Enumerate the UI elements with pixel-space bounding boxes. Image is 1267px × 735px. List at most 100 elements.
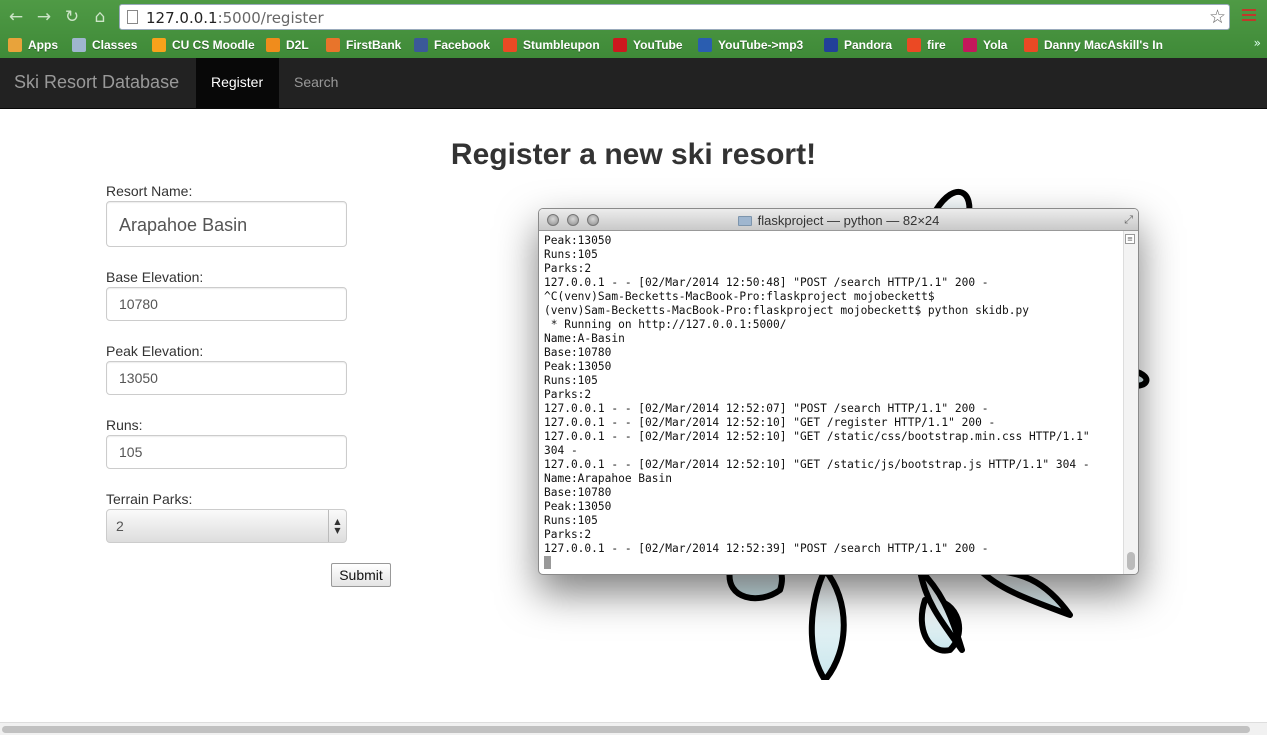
resort-name-input[interactable]: Arapahoe Basin: [106, 201, 347, 247]
bookmark-label: YouTube->mp3: [718, 38, 804, 52]
bookmark-label: CU CS Moodle: [172, 38, 255, 52]
home-icon[interactable]: ⌂: [90, 7, 110, 27]
stumbleupon-icon: [503, 38, 517, 52]
terminal-line: Parks:2: [544, 262, 592, 275]
yola-icon: [963, 38, 977, 52]
bookmark-item[interactable]: Classes: [72, 37, 137, 53]
bookmark-label: Danny MacAskill's In: [1044, 38, 1163, 52]
bookmark-label: Yola: [983, 38, 1008, 52]
bookmark-label: FirstBank: [346, 38, 402, 52]
apps-grid-icon: [8, 38, 22, 52]
bookmark-label: Facebook: [434, 38, 491, 52]
terminal-line: Runs:105: [544, 248, 598, 261]
bookmark-item[interactable]: Yola: [963, 37, 1007, 53]
bookmark-item[interactable]: Pandora: [824, 37, 892, 53]
bookmark-item[interactable]: YouTube: [613, 37, 683, 53]
runs-label: Runs:: [106, 417, 143, 433]
bookmark-item[interactable]: CU CS Moodle: [152, 37, 255, 53]
bookmark-label: Pandora: [844, 38, 893, 52]
page-scroll-thumb[interactable]: [2, 726, 1250, 733]
bookmark-label: fire: [927, 38, 946, 52]
navbar-brand[interactable]: Ski Resort Database: [14, 72, 179, 93]
snowflake-arm: [977, 567, 1073, 618]
terminal-window[interactable]: flaskproject — python — 82×24 ⤢ Peak:130…: [538, 208, 1139, 575]
terminal-scroll-thumb[interactable]: [1127, 552, 1135, 570]
bookmark-item[interactable]: Facebook: [414, 37, 490, 53]
back-arrow-icon[interactable]: ←: [6, 7, 26, 27]
terrain-parks-select[interactable]: 2 ▲ ▼: [106, 509, 347, 543]
terminal-line: Parks:2: [544, 528, 592, 541]
forward-arrow-icon[interactable]: →: [34, 7, 54, 27]
terminal-line: Parks:2: [544, 388, 592, 401]
chrome-menu-icon[interactable]: [1242, 9, 1256, 24]
facebook-icon: [414, 38, 428, 52]
browser-chrome: ← → ↻ ⌂ 127.0.0.1:5000/register ☆ Apps Cl…: [0, 0, 1267, 58]
youtube-icon: [613, 38, 627, 52]
terminal-line: * Running on http://127.0.0.1:5000/: [544, 318, 787, 331]
terminal-line: 304 -: [544, 444, 578, 457]
terminal-line: Peak:13050: [544, 360, 612, 373]
page-title: Register a new ski resort!: [450, 138, 817, 171]
terminal-titlebar[interactable]: flaskproject — python — 82×24 ⤢: [539, 209, 1138, 231]
bookmark-item[interactable]: Stumbleupon: [503, 37, 600, 53]
terminal-title: flaskproject — python — 82×24: [757, 213, 940, 228]
bookmarks-bar: Apps Classes CU CS Moodle D2L FirstBank Faceb…: [0, 33, 1267, 57]
terminal-line: Name:Arapahoe Basin: [544, 472, 672, 485]
bookmark-label: Stumbleupon: [523, 38, 600, 52]
submit-button[interactable]: Submit: [331, 563, 391, 587]
terminal-line: ^C(venv)Sam-Becketts-MacBook-Pro:flaskpr…: [544, 290, 935, 303]
terminal-line: Base:10780: [544, 346, 612, 359]
bookmark-label: YouTube: [633, 38, 683, 52]
terminal-line: 127.0.0.1 - - [02/Mar/2014 12:52:39] "PO…: [544, 542, 989, 555]
select-arrows-icon: ▲ ▼: [328, 510, 346, 542]
runs-value: 105: [119, 444, 143, 460]
base-elevation-value: 10780: [119, 296, 158, 312]
page-horizontal-scrollbar[interactable]: [0, 722, 1267, 735]
bookmark-item[interactable]: YouTube->mp3: [698, 37, 803, 53]
terminal-line: Peak:13050: [544, 234, 612, 247]
folder-icon: [737, 216, 752, 226]
peak-elevation-label: Peak Elevation:: [106, 343, 204, 359]
terminal-line: Runs:105: [544, 514, 598, 527]
scroll-mark-icon[interactable]: ≡: [1125, 234, 1135, 244]
base-elevation-input[interactable]: 10780: [106, 287, 347, 321]
snowflake-arm: [808, 567, 847, 680]
runs-input[interactable]: 105: [106, 435, 347, 469]
bookmark-label: D2L: [286, 38, 309, 52]
resort-name-value: Arapahoe Basin: [119, 215, 248, 235]
url-text[interactable]: 127.0.0.1:5000/register: [146, 9, 324, 27]
peak-elevation-value: 13050: [119, 370, 158, 386]
terminal-line: 127.0.0.1 - - [02/Mar/2014 12:52:07] "PO…: [544, 402, 989, 415]
pandora-icon: [824, 38, 838, 52]
resort-name-label: Resort Name:: [106, 183, 193, 199]
url-path: :5000/register: [217, 9, 324, 27]
bookmark-item[interactable]: FirstBank: [326, 37, 401, 53]
ytmp3-icon: [698, 38, 712, 52]
terminal-line: Name:A-Basin: [544, 332, 625, 345]
terrain-parks-value: 2: [116, 518, 124, 534]
browser-toolbar: ← → ↻ ⌂ 127.0.0.1:5000/register ☆: [0, 0, 1267, 33]
bookmark-item[interactable]: fire: [907, 37, 946, 53]
bookmark-item[interactable]: D2L: [266, 37, 309, 53]
bookmarks-overflow-icon[interactable]: »: [1254, 36, 1261, 50]
nav-search[interactable]: Search: [294, 74, 338, 90]
terminal-cursor: [544, 556, 551, 569]
terminal-scrollbar[interactable]: ≡: [1123, 231, 1138, 574]
bookmark-star-icon[interactable]: ☆: [1209, 6, 1226, 28]
stumbleupon-icon: [907, 38, 921, 52]
terminal-line: 127.0.0.1 - - [02/Mar/2014 12:52:10] "GE…: [544, 416, 996, 429]
terminal-line: 127.0.0.1 - - [02/Mar/2014 12:52:10] "GE…: [544, 458, 1090, 471]
bookmark-item[interactable]: Danny MacAskill's In: [1024, 37, 1163, 53]
stumbleupon-icon: [1024, 38, 1038, 52]
nav-register[interactable]: Register: [196, 58, 279, 108]
folder-icon: [72, 38, 86, 52]
firstbank-icon: [326, 38, 340, 52]
moodle-icon: [152, 38, 166, 52]
bookmark-item[interactable]: Apps: [8, 37, 58, 53]
reload-icon[interactable]: ↻: [62, 7, 82, 27]
url-host: 127.0.0.1: [146, 9, 218, 27]
fullscreen-icon[interactable]: ⤢: [1124, 213, 1133, 227]
address-bar[interactable]: 127.0.0.1:5000/register ☆: [119, 4, 1230, 30]
nav-register-label: Register: [211, 74, 264, 90]
peak-elevation-input[interactable]: 13050: [106, 361, 347, 395]
